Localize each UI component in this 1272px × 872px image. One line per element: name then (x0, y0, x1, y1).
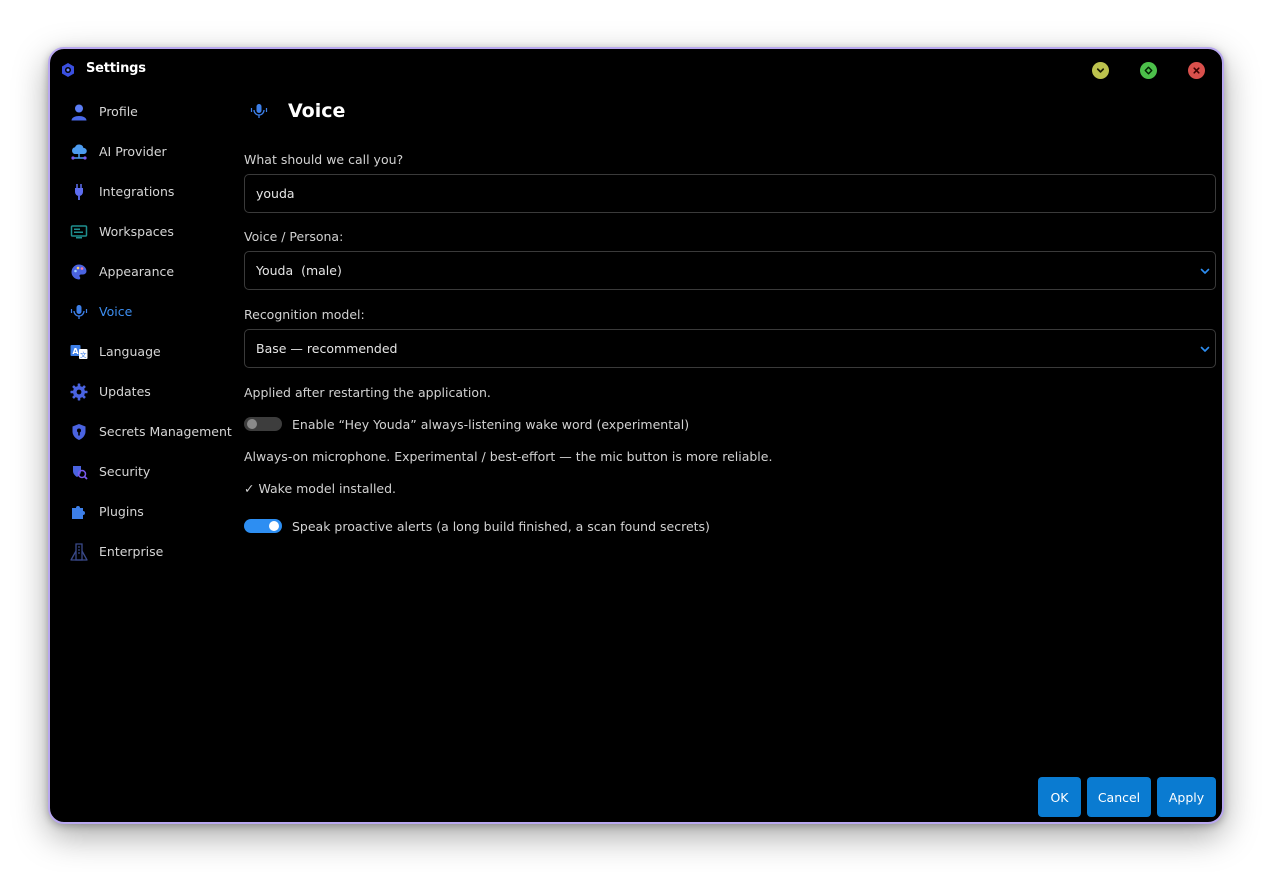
svg-text:A: A (72, 347, 79, 356)
minimize-button[interactable] (1092, 62, 1109, 79)
cloud-network-icon (71, 144, 87, 160)
ok-button[interactable]: OK (1038, 777, 1081, 817)
microphone-note: Always-on microphone. Experimental / bes… (244, 449, 773, 464)
sidebar-item-updates[interactable]: Updates (50, 373, 240, 413)
sidebar-item-label: Integrations (99, 184, 175, 199)
name-label: What should we call you? (244, 152, 404, 167)
model-label: Recognition model: (244, 307, 365, 322)
persona-select-value: Youda (male) (256, 263, 342, 278)
window-title: Settings (86, 61, 146, 76)
sidebar-item-label: Enterprise (99, 544, 164, 559)
sidebar-item-label: Updates (99, 384, 151, 399)
sidebar-item-label: Appearance (99, 264, 175, 279)
chevron-down-icon (1200, 268, 1210, 274)
settings-window: Settings Profile AI Provider Integration… (48, 47, 1224, 824)
sidebar-item-label: AI Provider (99, 144, 167, 159)
plug-icon (75, 184, 83, 200)
sidebar-item-label: Security (99, 464, 151, 479)
security-icon (73, 466, 88, 480)
sidebar-item-secrets-management[interactable]: Secrets Management (50, 413, 240, 453)
persona-select[interactable]: Youda (male) (244, 251, 1216, 290)
proactive-alerts-toggle-label[interactable]: Speak proactive alerts (a long build fin… (292, 519, 710, 534)
recognition-model-value: Base — recommended (256, 341, 398, 356)
wake-word-toggle[interactable] (244, 417, 282, 431)
cancel-button[interactable]: Cancel (1087, 777, 1151, 817)
sidebar-item-label: Profile (99, 104, 138, 119)
wake-word-toggle-label[interactable]: Enable “Hey Youda” always-listening wake… (292, 417, 689, 432)
title-bar[interactable]: Settings (50, 49, 1222, 93)
toggle-knob (269, 521, 279, 531)
sidebar-item-language[interactable]: A 文 Language (50, 333, 240, 373)
sidebar-item-label: Voice (99, 304, 133, 319)
close-button[interactable] (1188, 62, 1205, 79)
sidebar-item-voice[interactable]: Voice (50, 293, 240, 333)
gear-badge-icon (62, 63, 74, 77)
maximize-button[interactable] (1140, 62, 1157, 79)
svg-text:文: 文 (80, 350, 87, 359)
wake-model-status: ✓ Wake model installed. (244, 481, 397, 496)
user-icon (71, 104, 87, 121)
proactive-alerts-toggle[interactable] (244, 519, 282, 533)
sidebar-item-label: Workspaces (99, 224, 174, 239)
name-input-value: youda (256, 186, 295, 201)
shield-lock-icon (72, 424, 86, 440)
palette-icon (71, 264, 87, 280)
recognition-model-select[interactable]: Base — recommended (244, 329, 1216, 368)
building-icon (70, 543, 88, 561)
sidebar-item-security[interactable]: Security (50, 453, 240, 493)
sidebar-item-ai-provider[interactable]: AI Provider (50, 133, 240, 173)
chevron-down-icon (1200, 346, 1210, 352)
monitor-icon (70, 225, 88, 239)
close-icon (1193, 67, 1200, 74)
sidebar-item-label: Language (99, 344, 161, 359)
sidebar-item-integrations[interactable]: Integrations (50, 173, 240, 213)
restart-note: Applied after restarting the application… (244, 385, 491, 400)
microphone-icon (250, 104, 268, 118)
page-title: Voice (288, 100, 346, 122)
sidebar-item-plugins[interactable]: Plugins (50, 493, 240, 533)
toggle-knob (247, 419, 257, 429)
sidebar-item-appearance[interactable]: Appearance (50, 253, 240, 293)
puzzle-icon (72, 506, 85, 519)
diamond-icon (1144, 66, 1153, 75)
name-input[interactable]: youda (244, 174, 1216, 213)
translate-icon: A 文 (70, 345, 88, 359)
apply-button[interactable]: Apply (1157, 777, 1216, 817)
sidebar-item-workspaces[interactable]: Workspaces (50, 213, 240, 253)
sidebar-item-label: Plugins (99, 504, 144, 519)
sidebar-item-profile[interactable]: Profile (50, 93, 240, 133)
persona-label: Voice / Persona: (244, 229, 344, 244)
microphone-icon (70, 305, 88, 319)
sidebar-item-label: Secrets Management (99, 424, 232, 439)
gear-icon (70, 383, 88, 401)
chevron-down-icon (1096, 68, 1105, 73)
sidebar-item-enterprise[interactable]: Enterprise (50, 533, 240, 573)
